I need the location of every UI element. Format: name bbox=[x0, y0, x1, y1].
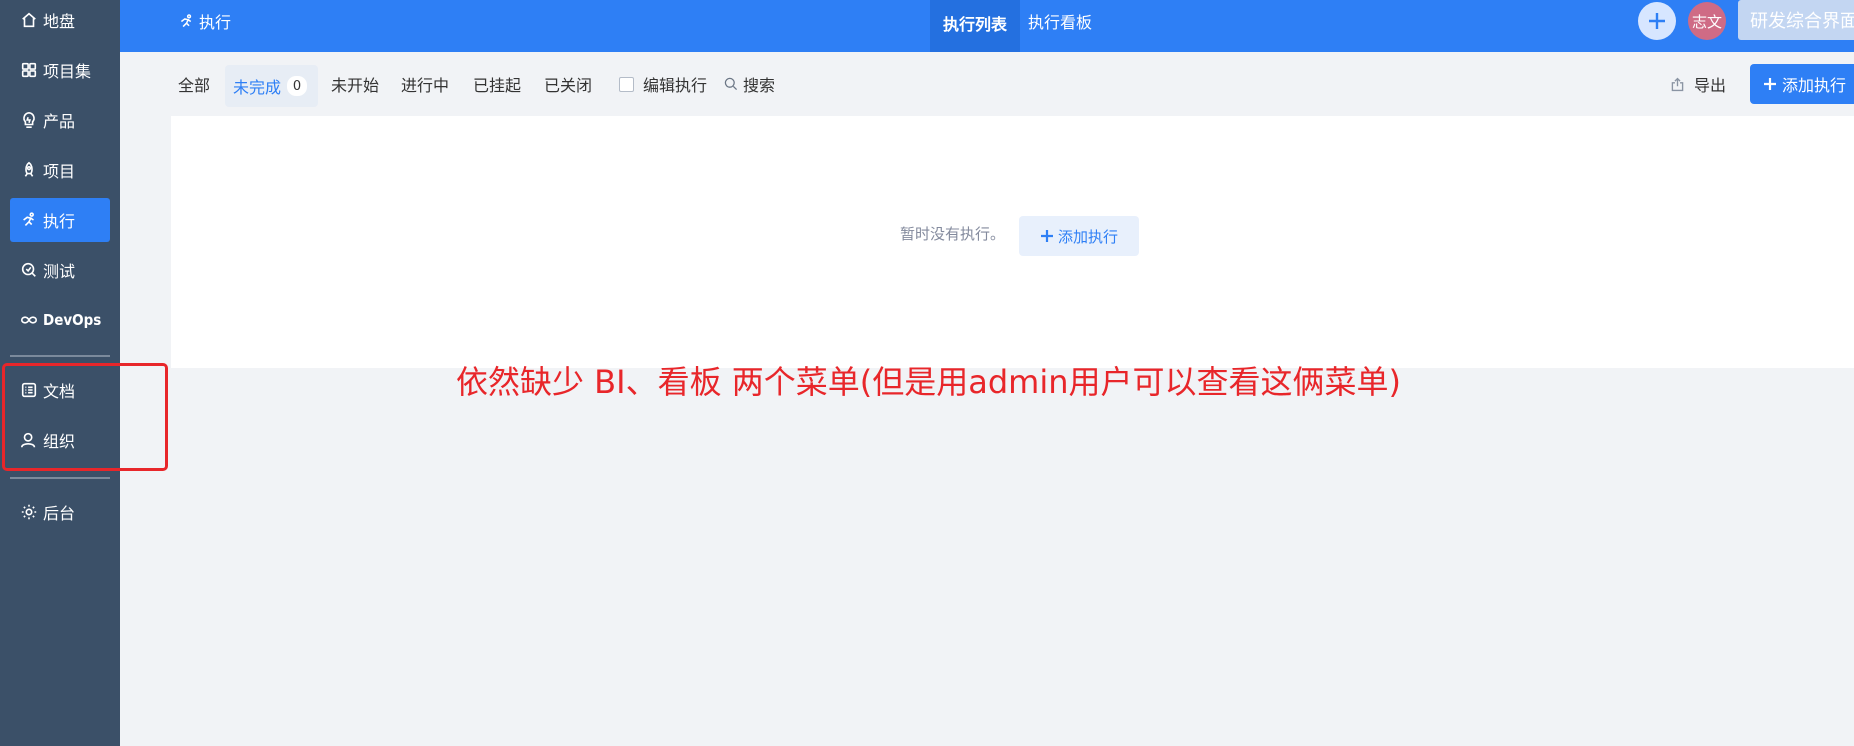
avatar-text: 志文 bbox=[1691, 12, 1722, 31]
count-badge: 0 bbox=[287, 76, 308, 96]
workspace-switcher[interactable]: 研发综合界面 bbox=[1738, 0, 1854, 40]
tab-label: 执行看板 bbox=[1028, 13, 1093, 32]
sidebar-item-execution[interactable]: 执行 bbox=[10, 198, 110, 242]
quick-create-button[interactable] bbox=[1638, 2, 1676, 40]
avatar[interactable]: 志文 bbox=[1688, 2, 1726, 40]
filter-toolbar: 全部 未完成 0 未开始 进行中 已挂起 已关闭 编辑执行 搜索 导出 添加执行 bbox=[120, 52, 1854, 116]
filter-doing[interactable]: 进行中 bbox=[401, 52, 449, 116]
gear-icon bbox=[18, 501, 40, 523]
checkbox-box[interactable] bbox=[619, 76, 634, 92]
sidebar-item-label: 产品 bbox=[43, 112, 76, 131]
top-header: 执行 执行列表 执行看板 志文 研发综合界面 bbox=[120, 0, 1854, 52]
rocket-icon bbox=[18, 159, 40, 181]
home-icon bbox=[18, 9, 40, 31]
filter-label: 进行中 bbox=[401, 76, 450, 95]
empty-message: 暂时没有执行。 bbox=[900, 225, 1006, 243]
breadcrumb-label: 执行 bbox=[199, 13, 232, 32]
filter-closed[interactable]: 已关闭 bbox=[544, 52, 592, 116]
add-execution-button[interactable]: 添加执行 bbox=[1750, 64, 1854, 104]
run-icon bbox=[18, 209, 40, 231]
filter-label: 已关闭 bbox=[544, 76, 593, 95]
infinity-icon bbox=[18, 309, 40, 331]
plus-icon bbox=[1649, 13, 1665, 29]
sidebar-item-label: 测试 bbox=[43, 262, 76, 281]
bulb-icon bbox=[18, 109, 40, 131]
search-toggle[interactable]: 搜索 bbox=[723, 52, 775, 116]
filter-undone[interactable]: 未完成 0 bbox=[225, 65, 318, 107]
filter-suspended[interactable]: 已挂起 bbox=[473, 52, 521, 116]
edit-execution-checkbox[interactable]: 编辑执行 bbox=[619, 52, 707, 116]
annotation-text: 依然缺少 BI、看板 两个菜单(但是用admin用户可以查看这俩菜单) bbox=[456, 363, 1401, 401]
sidebar-item-admin[interactable]: 后台 bbox=[10, 490, 110, 534]
filter-label: 全部 bbox=[178, 76, 211, 95]
filter-wait[interactable]: 未开始 bbox=[331, 52, 379, 116]
export-button[interactable]: 导出 bbox=[1669, 52, 1726, 116]
tab-label: 执行列表 bbox=[942, 15, 1007, 34]
annotation-highlight-box bbox=[2, 363, 168, 471]
checkbox-label: 编辑执行 bbox=[643, 76, 708, 95]
test-icon bbox=[18, 259, 40, 281]
sidebar-item-label: 项目 bbox=[43, 162, 76, 181]
sidebar-item-label: DevOps bbox=[43, 311, 102, 329]
sidebar-item-program[interactable]: 项目集 bbox=[10, 48, 110, 92]
sidebar-item-test[interactable]: 测试 bbox=[10, 248, 110, 292]
filter-all[interactable]: 全部 bbox=[178, 52, 210, 116]
add-execution-label: 添加执行 bbox=[1782, 76, 1847, 95]
sidebar-item-project[interactable]: 项目 bbox=[10, 148, 110, 192]
sidebar-divider bbox=[10, 477, 110, 479]
export-icon bbox=[1671, 77, 1684, 91]
filter-label: 未开始 bbox=[331, 76, 380, 95]
sidebar-divider bbox=[10, 355, 110, 357]
sidebar-item-dashboard[interactable]: 地盘 bbox=[10, 0, 110, 42]
export-label: 导出 bbox=[1694, 76, 1727, 95]
sidebar-item-product[interactable]: 产品 bbox=[10, 98, 110, 142]
empty-add-execution-button[interactable]: 添加执行 bbox=[1019, 216, 1139, 256]
sidebar-item-label: 后台 bbox=[43, 504, 76, 523]
execution-list-panel: 暂时没有执行。 添加执行 bbox=[171, 116, 1854, 368]
plus-icon bbox=[1764, 78, 1776, 90]
sidebar-item-label: 地盘 bbox=[43, 12, 76, 31]
grid-icon bbox=[18, 59, 40, 81]
filter-label: 已挂起 bbox=[473, 76, 522, 95]
tab-execution-list[interactable]: 执行列表 bbox=[930, 0, 1020, 52]
plus-icon bbox=[1040, 230, 1053, 242]
search-label: 搜索 bbox=[743, 76, 776, 95]
search-icon bbox=[724, 77, 738, 91]
filter-label: 未完成 bbox=[233, 78, 282, 97]
workspace-label: 研发综合界面 bbox=[1750, 11, 1854, 32]
empty-add-label: 添加执行 bbox=[1057, 227, 1118, 246]
run-icon bbox=[180, 13, 192, 27]
sidebar-item-label: 项目集 bbox=[43, 62, 92, 81]
sidebar-item-devops[interactable]: DevOps bbox=[10, 298, 110, 342]
breadcrumb[interactable]: 执行 bbox=[178, 0, 231, 42]
tab-execution-kanban[interactable]: 执行看板 bbox=[1028, 0, 1092, 42]
sidebar-item-label: 执行 bbox=[43, 212, 76, 231]
